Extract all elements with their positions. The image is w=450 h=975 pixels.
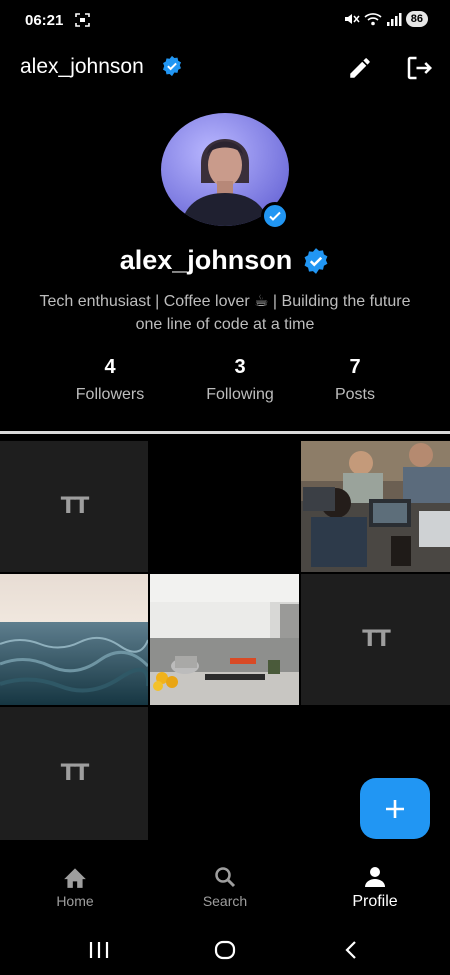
- nav-search-label: Search: [202, 893, 248, 909]
- stat-label: Posts: [334, 386, 375, 403]
- wifi-icon: [364, 13, 382, 26]
- verified-icon: [304, 247, 328, 274]
- create-post-button[interactable]: [360, 778, 430, 839]
- text-post-glyph: TT: [60, 494, 89, 519]
- stat-posts[interactable]: 7 Posts: [305, 355, 405, 405]
- status-time: 06:21: [25, 12, 64, 29]
- logout-icon: [407, 56, 433, 80]
- empty-post-tile[interactable]: [150, 441, 299, 572]
- nav-home-label: Home: [56, 893, 94, 909]
- nav-profile-label: Profile: [352, 893, 398, 910]
- profile-bio: Tech enthusiast | Coffee lover ☕ | Build…: [39, 293, 411, 333]
- bottom-nav: Home Search Profile: [0, 840, 450, 925]
- mute-icon: [344, 14, 360, 24]
- home-icon: [64, 868, 86, 888]
- kitchen-photo: [150, 574, 299, 705]
- check-icon: [269, 211, 281, 221]
- photo-post-tile[interactable]: [301, 441, 450, 572]
- back-button[interactable]: [336, 937, 366, 963]
- text-post-glyph: TT: [60, 761, 89, 786]
- battery-indicator: 86: [405, 11, 428, 27]
- stat-label: Followers: [75, 386, 145, 403]
- screenshot-icon: [75, 13, 90, 27]
- nav-home[interactable]: Home: [25, 865, 125, 909]
- team-laptops-photo: [301, 441, 450, 572]
- back-icon: [345, 941, 356, 959]
- signal-icon: [386, 13, 402, 26]
- system-nav-bar: [0, 925, 450, 975]
- text-post-tile[interactable]: TT: [0, 441, 148, 572]
- text-post-tile[interactable]: TT: [301, 574, 450, 705]
- verified-icon: [163, 55, 181, 77]
- logout-button[interactable]: [402, 51, 436, 85]
- recent-apps-icon: [89, 942, 109, 958]
- stat-value: 3: [234, 356, 246, 378]
- home-system-button[interactable]: [210, 937, 240, 963]
- profile-name-row: alex_johnson: [0, 245, 450, 276]
- edit-profile-button[interactable]: [344, 52, 376, 84]
- stat-value: 4: [104, 356, 116, 378]
- plus-icon: [386, 799, 404, 818]
- app-header: alex_johnson: [0, 48, 450, 88]
- nav-profile[interactable]: Profile: [325, 865, 425, 911]
- stat-followers[interactable]: 4 Followers: [60, 355, 160, 405]
- stat-value: 7: [349, 356, 361, 378]
- photo-post-tile[interactable]: [0, 574, 148, 705]
- header-username: alex_johnson: [20, 55, 144, 78]
- photo-post-tile[interactable]: [150, 574, 299, 705]
- avatar-verified-badge: [261, 202, 289, 230]
- nav-search[interactable]: Search: [175, 865, 275, 909]
- text-post-tile[interactable]: TT: [0, 707, 148, 840]
- recent-apps-button[interactable]: [84, 937, 114, 963]
- edit-icon: [350, 58, 370, 78]
- status-icons: 86: [344, 11, 428, 27]
- ocean-wave-photo: [0, 574, 148, 705]
- search-icon: [215, 867, 236, 888]
- status-bar: 06:21 86: [0, 0, 450, 40]
- person-icon: [365, 867, 385, 887]
- home-circle-icon: [214, 940, 236, 960]
- section-divider: [0, 431, 450, 434]
- stat-label: Following: [206, 386, 274, 403]
- profile-name: alex_johnson: [119, 245, 293, 275]
- text-post-glyph: TT: [362, 627, 390, 652]
- stat-following[interactable]: 3 Following: [190, 355, 290, 405]
